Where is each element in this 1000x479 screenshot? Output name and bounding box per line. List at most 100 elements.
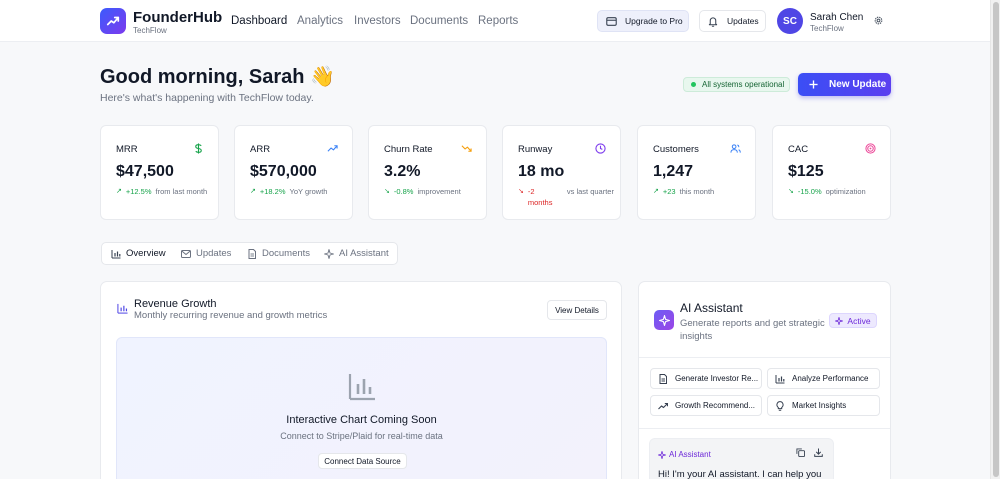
nav-reports[interactable]: Reports (478, 15, 518, 27)
bar-chart-icon (775, 374, 785, 383)
kpi-change: ↘ -0.8% improvement (384, 186, 480, 197)
trending-down-icon (461, 145, 472, 152)
kpi-value: $570,000 (250, 163, 317, 180)
nav-dashboard[interactable]: Dashboard (231, 15, 287, 27)
action-label: Generate Investor Re... (675, 374, 759, 383)
bar-chart-icon (117, 303, 128, 314)
kpi-value: $125 (788, 163, 824, 180)
dollar-icon (195, 143, 202, 154)
kpi-value: $47,500 (116, 163, 174, 180)
tab-documents[interactable]: Documents (247, 243, 310, 264)
market-insights-button[interactable]: Market Insights (767, 395, 880, 416)
copy-icon[interactable] (796, 448, 805, 457)
kpi-note: from last month (155, 187, 208, 196)
avatar[interactable]: SC (777, 8, 803, 34)
gear-icon[interactable] (873, 15, 884, 26)
scrollbar-thumb[interactable] (993, 2, 999, 477)
scrollbar[interactable] (990, 0, 1000, 479)
updates-button[interactable]: Updates (699, 10, 766, 32)
download-icon[interactable] (814, 448, 823, 457)
new-update-button[interactable]: New Update (798, 73, 891, 96)
revenue-title: Revenue Growth (134, 298, 217, 310)
target-icon (865, 143, 876, 154)
users-icon (730, 144, 741, 153)
bar-chart-icon (348, 374, 375, 401)
page-title: Good morning, Sarah 👋 (100, 66, 335, 88)
growth-recommendations-button[interactable]: Growth Recommend... (650, 395, 762, 416)
kpi-note: optimization (825, 187, 866, 196)
upgrade-button[interactable]: Upgrade to Pro (597, 10, 689, 32)
chat-tools (796, 448, 823, 457)
logo[interactable] (100, 8, 126, 34)
kpi-card-cac[interactable]: CAC $125 ↘ -15.0% optimization (772, 125, 891, 220)
sparkles-icon (658, 314, 670, 326)
kpi-change: ↗ +12.5% from last month (116, 186, 212, 197)
user-name: Sarah Chen (810, 12, 864, 23)
file-icon (248, 248, 256, 259)
tab-overview[interactable]: Overview (111, 243, 166, 264)
kpi-change: ↗ +18.2% YoY growth (250, 186, 346, 197)
nav-analytics[interactable]: Analytics (297, 15, 343, 27)
kpi-delta: +12.5% (125, 187, 152, 196)
kpi-note: vs last quarter (566, 187, 614, 196)
page-subtitle: Here's what's happening with TechFlow to… (100, 92, 314, 104)
generate-investor-report-button[interactable]: Generate Investor Re... (650, 368, 762, 389)
chart-placeholder-subtitle: Connect to Stripe/Plaid for real-time da… (280, 431, 443, 441)
file-text-icon (659, 373, 667, 384)
arrow-down-right-icon: ↘ (384, 188, 390, 195)
ai-title: AI Assistant (680, 301, 743, 315)
kpi-card-customers[interactable]: Customers 1,247 ↗ +23 this month (637, 125, 756, 220)
chat-message: AI Assistant Hi! I'm your AI assistant. … (649, 438, 834, 479)
user-company: TechFlow (810, 24, 844, 33)
kpi-value: 3.2% (384, 163, 421, 180)
trending-up-icon (658, 402, 668, 409)
kpi-delta: -2 months (527, 187, 553, 207)
plus-icon (809, 80, 818, 89)
revenue-subtitle: Monthly recurring revenue and growth met… (134, 310, 328, 321)
tab-label: Updates (196, 248, 232, 259)
tab-bar: Overview Updates Documents AI Assistant (101, 242, 398, 265)
kpi-card-mrr[interactable]: MRR $47,500 ↗ +12.5% from last month (100, 125, 219, 220)
connect-data-source-button[interactable]: Connect Data Source (318, 453, 407, 469)
divider (639, 428, 890, 429)
ai-subtitle: Generate reports and get strategic insig… (680, 318, 825, 342)
arrow-down-right-icon: ↘ (518, 188, 524, 195)
mail-icon (181, 249, 191, 258)
nav-investors[interactable]: Investors (354, 15, 401, 27)
tab-updates[interactable]: Updates (181, 243, 231, 264)
divider (639, 357, 890, 358)
action-label: Analyze Performance (792, 374, 869, 383)
new-update-label: New Update (829, 79, 887, 90)
nav-documents[interactable]: Documents (410, 15, 468, 27)
view-details-button[interactable]: View Details (547, 300, 607, 320)
kpi-note: improvement (417, 187, 461, 196)
analyze-performance-button[interactable]: Analyze Performance (767, 368, 880, 389)
kpi-delta: +23 (662, 187, 676, 196)
active-badge: Active (829, 313, 877, 328)
kpi-label: ARR (250, 144, 271, 155)
tab-label: AI Assistant (339, 248, 389, 259)
updates-label: Updates (727, 16, 759, 26)
kpi-label: CAC (788, 144, 809, 155)
kpi-label: Runway (518, 144, 553, 155)
kpi-note: YoY growth (289, 187, 328, 196)
status-label: All systems operational (702, 80, 785, 89)
kpi-change: ↗ +23 this month (653, 186, 749, 197)
tab-ai-assistant[interactable]: AI Assistant (324, 243, 389, 264)
kpi-delta: -0.8% (393, 187, 414, 196)
kpi-label: Churn Rate (384, 144, 433, 155)
trending-up-icon (327, 145, 338, 152)
revenue-card: Revenue Growth Monthly recurring revenue… (100, 281, 622, 479)
kpi-delta: -15.0% (797, 187, 822, 196)
kpi-label: Customers (653, 144, 699, 155)
kpi-card-arr[interactable]: ARR $570,000 ↗ +18.2% YoY growth (234, 125, 353, 220)
kpi-card-runway[interactable]: Runway 18 mo ↘ -2 months vs last quarter (502, 125, 621, 220)
kpi-delta: +18.2% (259, 187, 286, 196)
trending-up-icon (106, 16, 120, 26)
arrow-down-right-icon: ↘ (788, 188, 794, 195)
kpi-label: MRR (116, 144, 138, 155)
ai-logo (654, 310, 674, 330)
kpi-card-churn[interactable]: Churn Rate 3.2% ↘ -0.8% improvement (368, 125, 487, 220)
status-badge: All systems operational (683, 77, 790, 92)
tab-label: Overview (126, 248, 166, 259)
